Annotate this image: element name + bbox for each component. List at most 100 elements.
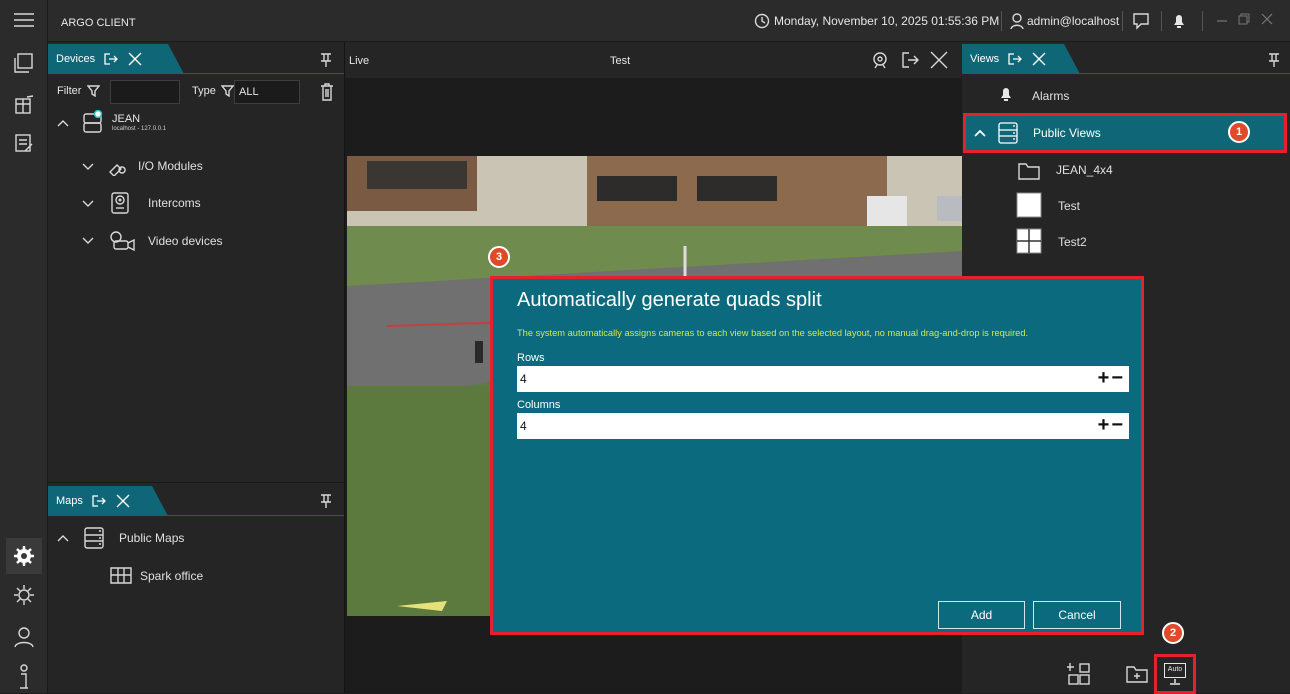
folder-icon <box>1018 163 1040 180</box>
maps-group-label[interactable]: Public Maps <box>119 531 184 545</box>
close-tab-icon[interactable] <box>1031 51 1047 67</box>
columns-field[interactable]: 4 +− <box>517 413 1129 439</box>
tree-item-video-devices[interactable]: Video devices <box>82 230 322 252</box>
export-icon[interactable] <box>103 52 119 66</box>
map-item-label[interactable]: Spark office <box>140 569 203 583</box>
pin-icon[interactable] <box>319 493 333 509</box>
view-item-label: Test2 <box>1058 235 1087 249</box>
chat-icon[interactable] <box>1132 12 1150 30</box>
divider <box>1122 11 1123 31</box>
user-label[interactable]: admin@localhost <box>1027 14 1119 28</box>
view-title: Test <box>610 55 631 67</box>
rows-value: 4 <box>520 372 527 386</box>
live-label: Live <box>349 55 370 67</box>
tree-item-io-modules[interactable]: I/O Modules <box>82 157 322 179</box>
advanced-settings-icon[interactable] <box>13 584 35 606</box>
pin-icon[interactable] <box>1267 52 1281 68</box>
rows-stepper[interactable]: +− <box>1098 367 1125 390</box>
ptz-icon[interactable] <box>871 51 889 69</box>
tree-item-label: Video devices <box>148 234 223 248</box>
title-bar: ARGO CLIENT Monday, November 10, 2025 01… <box>48 0 1290 42</box>
server-name[interactable]: JEAN <box>112 113 140 125</box>
bell-icon <box>998 86 1014 102</box>
export-icon[interactable] <box>901 51 919 69</box>
monitor-stand-icon <box>1170 679 1180 685</box>
alarms-item[interactable]: Alarms <box>1032 89 1069 103</box>
notes-edit-icon[interactable] <box>13 132 35 154</box>
io-modules-icon <box>109 164 126 176</box>
hamburger-menu-icon[interactable] <box>12 10 36 30</box>
user-icon[interactable] <box>13 626 35 648</box>
server-icon <box>82 110 104 136</box>
server-address: localhost - 127.0.0.1 <box>112 126 167 132</box>
close-tab-icon[interactable] <box>115 493 131 509</box>
tab-devices[interactable]: Devices <box>48 44 184 74</box>
collapse-chevron-icon[interactable] <box>57 118 69 128</box>
type-select[interactable]: ALL <box>234 80 300 104</box>
single-view-icon <box>1016 192 1042 218</box>
tree-item-label: I/O Modules <box>138 159 203 173</box>
add-folder-icon[interactable] <box>1126 664 1148 684</box>
rows-field[interactable]: 4 +− <box>517 366 1129 392</box>
trash-icon[interactable] <box>320 83 334 101</box>
auto-label: Auto <box>1164 663 1186 678</box>
export-icon[interactable] <box>91 494 107 508</box>
close-tab-icon[interactable] <box>127 51 143 67</box>
tab-maps[interactable]: Maps <box>48 486 168 516</box>
divider <box>1202 11 1203 31</box>
columns-value: 4 <box>520 419 527 433</box>
columns-label: Columns <box>517 399 561 411</box>
tab-label: Devices <box>56 53 96 65</box>
tree-item-intercoms[interactable]: Intercoms <box>82 192 322 216</box>
user-icon <box>1010 13 1024 29</box>
intercom-icon <box>111 192 129 214</box>
info-icon[interactable] <box>15 664 33 690</box>
view-item-test[interactable]: Test <box>1016 192 1236 220</box>
bell-icon[interactable] <box>1170 12 1188 30</box>
pin-icon[interactable] <box>319 52 333 68</box>
layout-edit-icon[interactable] <box>13 94 35 116</box>
expand-chevron-icon <box>82 200 94 207</box>
server-icon <box>84 527 104 549</box>
type-label: Type <box>192 85 216 97</box>
dialog-title: Automatically generate quads split <box>517 289 822 311</box>
close-view-icon[interactable] <box>929 50 949 70</box>
cancel-button[interactable]: Cancel <box>1033 601 1121 629</box>
minimize-icon[interactable] <box>1216 15 1228 27</box>
settings-active-button[interactable] <box>6 538 42 574</box>
view-item-test2[interactable]: Test2 <box>1016 228 1236 256</box>
add-view-icon[interactable] <box>1067 662 1091 686</box>
gear-icon <box>14 546 34 566</box>
view-item-jean-4x4[interactable]: JEAN_4x4 <box>1018 160 1238 182</box>
export-icon[interactable] <box>1007 52 1023 66</box>
collapse-chevron-icon[interactable] <box>57 533 69 543</box>
datetime-label: Monday, November 10, 2025 01:55:36 PM <box>774 14 1000 28</box>
view-item-label: Test <box>1058 199 1081 213</box>
rows-label: Rows <box>517 352 545 364</box>
tab-views[interactable]: Views <box>962 44 1080 74</box>
add-button[interactable]: Add <box>938 601 1025 629</box>
filter-label: Filter <box>57 85 82 97</box>
annotation-badge-1: 1 <box>1228 121 1250 143</box>
quad-view-icon <box>1016 228 1042 254</box>
expand-chevron-icon <box>82 163 94 170</box>
auto-generate-button[interactable]: Auto <box>1154 654 1196 694</box>
annotation-badge-2: 2 <box>1162 622 1184 644</box>
tree-item-label: Intercoms <box>148 196 201 210</box>
divider <box>1161 11 1162 31</box>
generate-quads-dialog: Automatically generate quads split The s… <box>490 276 1144 635</box>
restore-icon[interactable] <box>1238 13 1250 25</box>
clock-icon <box>754 13 770 29</box>
close-window-icon[interactable] <box>1261 13 1273 25</box>
filter-funnel-icon <box>87 85 100 97</box>
tab-label: Maps <box>56 495 83 507</box>
type-funnel-icon <box>221 85 234 97</box>
windows-icon[interactable] <box>13 52 35 74</box>
tab-label: Views <box>970 53 1000 65</box>
devices-panel: Devices Filter Type ALL JEAN localhost -… <box>48 42 344 482</box>
columns-stepper[interactable]: +− <box>1098 414 1125 437</box>
video-devices-icon <box>110 231 135 252</box>
filter-input[interactable] <box>110 80 180 104</box>
map-icon <box>110 565 132 585</box>
view-item-label: JEAN_4x4 <box>1056 163 1113 177</box>
